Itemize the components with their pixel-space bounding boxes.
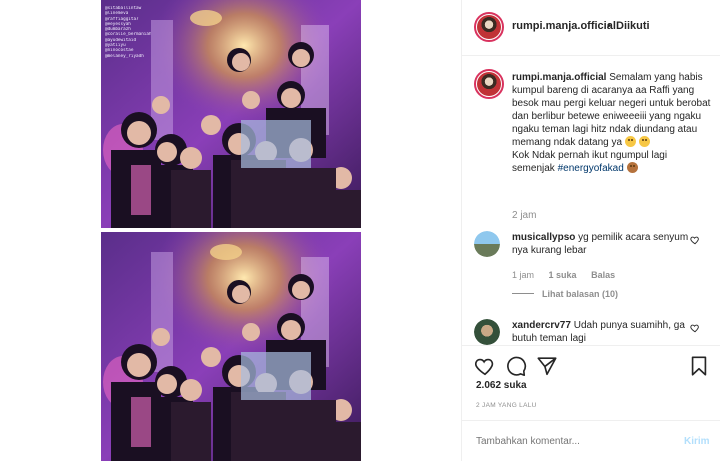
follow-button[interactable]: Diikuti	[616, 20, 650, 32]
comment-text: musicallypso yg pemilik acara senyum nya…	[512, 231, 690, 257]
caption-username[interactable]: rumpi.manja.official	[512, 72, 606, 83]
send-comment-button[interactable]: Kirim	[684, 436, 710, 447]
like-heart-icon[interactable]	[474, 355, 496, 377]
like-comment-heart-icon[interactable]	[690, 235, 700, 245]
caption-body: Semalam yang habis kumpul bareng di acar…	[512, 72, 711, 148]
post-timestamp[interactable]: 2 JAM YANG LALU	[476, 402, 537, 409]
comment-text: xandercrv77 Udah punya suamihh, ga butuh…	[512, 319, 690, 345]
commenter-avatar[interactable]	[474, 319, 500, 345]
caption-hashtag[interactable]: #energyofakad	[558, 163, 624, 174]
comment-username[interactable]: musicallypso	[512, 232, 575, 243]
comments-section[interactable]: rumpi.manja.official Semalam yang habis …	[462, 57, 720, 345]
replies-line	[512, 293, 534, 294]
like-count[interactable]: 2.062 suka	[476, 380, 527, 391]
author-username[interactable]: rumpi.manja.official	[512, 20, 616, 32]
comment-bubble-icon[interactable]	[505, 355, 527, 377]
grin-emoji-icon	[624, 136, 636, 147]
caption-time[interactable]: 2 jam	[512, 210, 536, 221]
share-send-icon[interactable]	[536, 355, 558, 377]
like-comment-heart-icon[interactable]	[690, 323, 700, 333]
add-comment-input[interactable]	[476, 436, 666, 447]
post-actions	[462, 345, 720, 385]
post-media[interactable]: @sitaballintaw @linemeva @raffiaggita7 @eey…	[101, 0, 361, 461]
post-side-panel: rumpi.manja.official • Diikuti rumpi.man…	[461, 0, 720, 461]
view-replies-button[interactable]: Lihat balasan (10)	[512, 289, 618, 299]
add-comment-bar: Kirim	[462, 420, 720, 461]
reply-button[interactable]: Balas	[591, 270, 615, 280]
follow-separator: •	[607, 20, 611, 32]
story-mentions: @sitaballintaw @linemeva @raffiaggita7 @eey…	[105, 6, 151, 59]
post-photo-bottom	[101, 232, 361, 461]
post-header: rumpi.manja.official • Diikuti	[462, 0, 720, 56]
author-avatar[interactable]	[474, 12, 504, 42]
comment-time[interactable]: 1 jam	[512, 270, 534, 280]
story-mention-line: @melaney_riyadh	[105, 53, 144, 59]
caption-text: rumpi.manja.official Semalam yang habis …	[512, 71, 712, 175]
grin-emoji-icon	[638, 136, 650, 147]
view-replies-label: Lihat balasan (10)	[542, 289, 619, 299]
comment-like-count[interactable]: 1 suka	[549, 270, 577, 280]
monkey-emoji-icon	[626, 162, 638, 173]
comment-meta: 1 jam 1 suka Balas	[512, 270, 627, 280]
instagram-post-view: @sitaballintaw @linemeva @raffiaggita7 @eey…	[0, 0, 720, 461]
comment-username[interactable]: xandercrv77	[512, 320, 571, 331]
commenter-avatar[interactable]	[474, 231, 500, 257]
post-photo-top: @sitaballintaw @linemeva @raffiaggita7 @eey…	[101, 0, 361, 228]
story-mention-line: @coralie_bermaniah	[105, 32, 151, 38]
bookmark-save-icon[interactable]	[688, 355, 710, 377]
caption-avatar[interactable]	[474, 69, 504, 99]
